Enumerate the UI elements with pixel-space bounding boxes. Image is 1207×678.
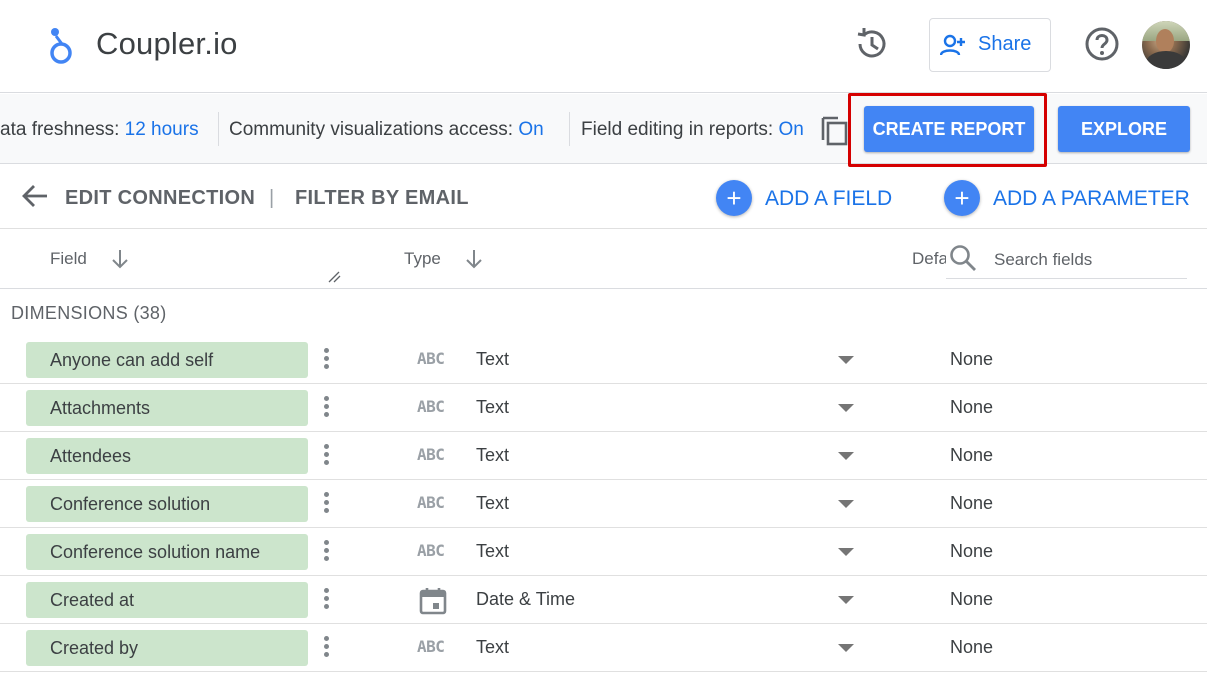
share-button[interactable]: Share (929, 18, 1051, 72)
divider (569, 112, 570, 146)
history-icon[interactable] (852, 24, 892, 64)
editor-toolbar: EDIT CONNECTION | FILTER BY EMAIL + ADD … (0, 165, 1207, 229)
field-name: Conference solution name (50, 542, 261, 562)
toolbar-separator: | (269, 187, 275, 209)
default-aggregation-value[interactable]: None (950, 349, 993, 370)
field-name-chip[interactable]: Created at (26, 582, 308, 618)
field-name: Anyone can add self (50, 350, 214, 370)
type-dropdown-arrow-icon[interactable] (838, 644, 854, 652)
sort-arrow-icon[interactable] (109, 248, 131, 270)
data-freshness-value[interactable]: 12 hours (125, 119, 199, 140)
field-type-label: Text (476, 493, 510, 513)
field-row: Anyone can add self ABC Text None (0, 336, 1207, 384)
field-name-chip[interactable]: Created by (26, 630, 308, 666)
field-column-header[interactable]: Field (50, 249, 87, 269)
type-dropdown-arrow-icon[interactable] (838, 404, 854, 412)
default-aggregation-value[interactable]: None (950, 445, 993, 466)
search-icon (950, 245, 976, 271)
add-parameter-button[interactable]: + ADD A PARAMETER (944, 180, 1190, 220)
community-viz-setting[interactable]: Community visualizations access: On (229, 119, 544, 141)
field-editing-value[interactable]: On (779, 119, 804, 140)
type-dropdown-arrow-icon[interactable] (838, 500, 854, 508)
field-name-chip[interactable]: Conference solution (26, 486, 308, 522)
type-dropdown-arrow-icon[interactable] (838, 596, 854, 604)
more-options-icon[interactable] (318, 539, 334, 565)
default-aggregation-value[interactable]: None (950, 541, 993, 562)
copy-icon[interactable] (818, 112, 852, 146)
type-column-header[interactable]: Type (404, 249, 441, 269)
edit-connection-button[interactable]: EDIT CONNECTION (65, 187, 255, 210)
column-header-row: Field Type Defa (0, 229, 1207, 289)
default-aggregation-value[interactable]: None (950, 637, 993, 658)
text-type-icon: ABC (417, 493, 445, 512)
dimensions-section-title: DIMENSIONS (38) (11, 303, 167, 323)
field-name: Attachments (50, 398, 151, 418)
dimensions-list: Anyone can add self ABC Text None Attach… (0, 336, 1207, 672)
field-row: Created at Date & Time None (0, 576, 1207, 624)
more-options-icon[interactable] (318, 491, 334, 517)
data-freshness-setting[interactable]: ata freshness: 12 hours (0, 119, 199, 141)
default-aggregation-value[interactable]: None (950, 397, 993, 418)
highlight-annotation (848, 93, 1047, 167)
person-add-icon (940, 34, 965, 56)
field-name-chip[interactable]: Anyone can add self (26, 342, 308, 378)
add-field-button[interactable]: + ADD A FIELD (716, 180, 896, 220)
avatar[interactable] (1142, 21, 1190, 69)
share-label: Share (978, 33, 1032, 55)
field-row: Conference solution ABC Text None (0, 480, 1207, 528)
more-options-icon[interactable] (318, 635, 334, 661)
field-name: Conference solution (50, 494, 211, 514)
text-type-icon: ABC (417, 637, 445, 656)
search-fields-box (946, 241, 1187, 279)
top-header: Coupler.io Share (0, 0, 1207, 93)
explore-button[interactable]: EXPLORE (1058, 106, 1190, 152)
field-name-chip[interactable]: Attachments (26, 390, 308, 426)
more-options-icon[interactable] (318, 443, 334, 469)
add-field-label: ADD A FIELD (765, 187, 893, 210)
more-options-icon[interactable] (318, 587, 334, 613)
resize-handle-icon[interactable] (328, 271, 342, 283)
field-row: Attachments ABC Text None (0, 384, 1207, 432)
field-name: Created by (50, 638, 139, 658)
text-type-icon: ABC (417, 541, 445, 560)
type-dropdown-arrow-icon[interactable] (838, 356, 854, 364)
field-type-label: Text (476, 397, 510, 417)
community-viz-value[interactable]: On (518, 119, 543, 140)
sort-arrow-icon[interactable] (463, 248, 485, 270)
type-dropdown-arrow-icon[interactable] (838, 452, 854, 460)
field-name-chip[interactable]: Conference solution name (26, 534, 308, 570)
field-name: Attendees (50, 446, 132, 466)
default-aggregation-value[interactable]: None (950, 493, 993, 514)
calendar-icon (418, 586, 448, 616)
field-row: Attendees ABC Text None (0, 432, 1207, 480)
text-type-icon: ABC (417, 397, 445, 416)
field-type-label: Text (476, 445, 510, 465)
back-arrow-icon[interactable] (20, 181, 50, 211)
search-fields-input[interactable] (994, 247, 1184, 273)
field-editing-setting[interactable]: Field editing in reports: On (581, 119, 804, 141)
field-type-label: Date & Time (476, 589, 576, 609)
filter-by-email-button[interactable]: FILTER BY EMAIL (295, 187, 469, 210)
field-name-chip[interactable]: Attendees (26, 438, 308, 474)
more-options-icon[interactable] (318, 347, 334, 373)
field-type-label: Text (476, 541, 510, 561)
divider (218, 112, 219, 146)
coupler-logo-icon (50, 28, 72, 64)
field-type-label: Text (476, 349, 510, 369)
more-options-icon[interactable] (318, 395, 334, 421)
field-type-label: Text (476, 637, 510, 657)
plus-icon: + (944, 180, 980, 216)
help-icon[interactable] (1083, 25, 1121, 63)
add-parameter-label: ADD A PARAMETER (993, 187, 1190, 210)
field-row: Created by ABC Text None (0, 624, 1207, 672)
type-dropdown-arrow-icon[interactable] (838, 548, 854, 556)
field-row: Conference solution name ABC Text None (0, 528, 1207, 576)
text-type-icon: ABC (417, 349, 445, 368)
text-type-icon: ABC (417, 445, 445, 464)
plus-icon: + (716, 180, 752, 216)
app-title: Coupler.io (96, 26, 238, 61)
field-name: Created at (50, 590, 135, 610)
default-aggregation-column-header[interactable]: Defa (912, 249, 948, 269)
default-aggregation-value[interactable]: None (950, 589, 993, 610)
